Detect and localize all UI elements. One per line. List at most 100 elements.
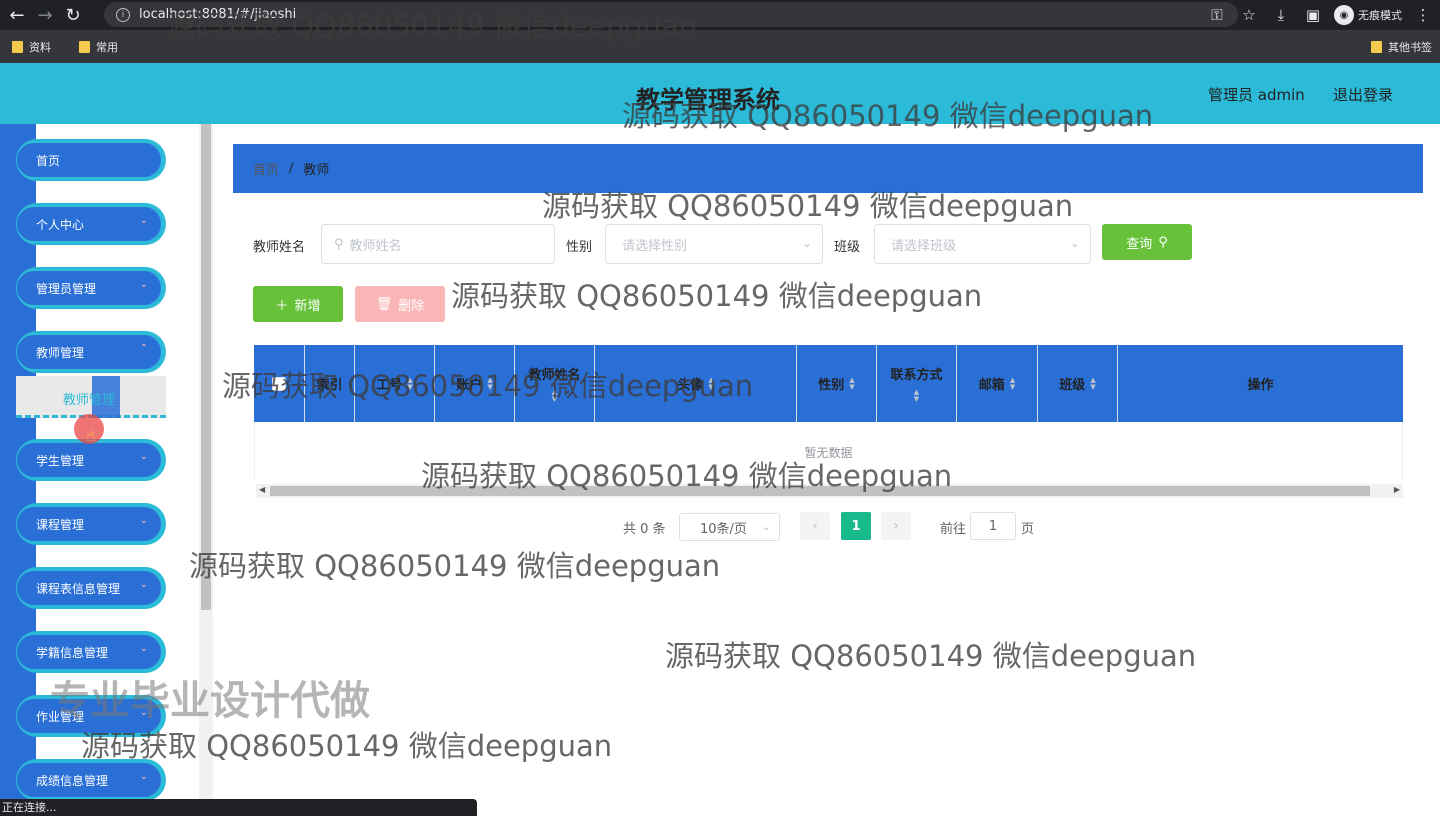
empty-text: 暂无数据	[804, 445, 853, 460]
submenu-label: 教师管理	[63, 393, 116, 408]
star-icon[interactable]: ☆	[1238, 6, 1260, 24]
column-header-account[interactable]: 账户 ▲ ▼	[435, 345, 515, 422]
reload-icon[interactable]: ↻	[62, 4, 84, 26]
query-label: 查询	[1126, 236, 1153, 252]
table-horizontal-scrollbar[interactable]: ◀ ▶	[256, 484, 1403, 498]
add-label: 新增	[294, 298, 321, 314]
chevron-down-icon: ⌄	[761, 520, 771, 533]
more-icon[interactable]: ⋮	[1412, 6, 1434, 24]
sidebar-item-grades[interactable]: 成绩信息管理 ⌄	[16, 759, 166, 800]
sort-icon[interactable]: ▲ ▼	[914, 389, 919, 403]
sort-icon[interactable]: ▲ ▼	[487, 376, 492, 391]
info-icon[interactable]: i	[116, 7, 130, 22]
page-title: 教学管理系统	[636, 86, 780, 114]
delete-label: 删除	[398, 298, 425, 314]
sidebar-item-enrollment[interactable]: 学籍信息管理 ⌄	[16, 631, 166, 673]
page-unit-label: 页	[1021, 522, 1035, 537]
sidebar-item-students[interactable]: 学生管理 ⌄	[16, 439, 166, 481]
other-bookmarks[interactable]: 其他书签	[1371, 39, 1432, 55]
input-placeholder: 教师姓名	[349, 238, 402, 254]
bookmark-folder[interactable]: 资料	[12, 39, 51, 55]
sort-icon[interactable]: ▲ ▼	[1010, 376, 1015, 391]
logout-link[interactable]: 退出登录	[1333, 84, 1393, 105]
submenu-item-teachers[interactable]: 教师管理	[16, 376, 166, 418]
sidebar-item-courses[interactable]: 课程管理 ⌄	[16, 503, 166, 545]
url-text: localhost:8081/#/jiaoshi	[139, 7, 297, 22]
goto-label: 前往	[940, 522, 967, 537]
add-button[interactable]: ＋ 新增	[253, 286, 343, 322]
scroll-left-icon[interactable]: ◀	[259, 485, 265, 494]
column-header-avatar[interactable]: 头像 ▲ ▼	[595, 345, 797, 422]
gender-label: 性别	[566, 240, 593, 255]
breadcrumb-current: 教师	[303, 163, 330, 178]
chevron-down-icon: ⌄	[139, 643, 148, 654]
column-header-class[interactable]: 班级 ▲ ▼	[1038, 345, 1118, 422]
column-header-contact[interactable]: 联系方式 ▲ ▼	[877, 345, 957, 422]
sidebar-item-teachers[interactable]: 教师管理 ⌃	[16, 331, 166, 373]
sidebar-item-admins[interactable]: 管理员管理 ⌄	[16, 267, 166, 309]
goto-page-input[interactable]: 1	[970, 512, 1016, 540]
bookmark-label: 资料	[29, 40, 51, 54]
next-page-button[interactable]: ›	[881, 512, 911, 540]
select-all-checkbox[interactable]	[272, 376, 286, 391]
sort-icon[interactable]: ▲ ▼	[1090, 376, 1095, 391]
column-label: 操作	[1247, 378, 1274, 393]
sidebar-item-label: 成绩信息管理	[36, 773, 109, 788]
watermark: 源码获取 QQ86050149 微信deepguan	[189, 549, 721, 583]
class-select[interactable]: 请选择班级 ⌄	[874, 224, 1091, 264]
forward-icon[interactable]: →	[34, 4, 56, 26]
pagination-total: 共 0 条	[623, 522, 666, 537]
folder-icon	[79, 40, 90, 53]
chevron-left-icon: ‹	[812, 518, 818, 534]
chevron-down-icon: ⌄	[801, 236, 812, 250]
breadcrumb-separator: /	[289, 161, 294, 176]
browser-toolbar: ← → ↻ i localhost:8081/#/jiaoshi ⚿ ☆ ⤓ ▣…	[0, 0, 1440, 30]
sidebar-item-label: 教师管理	[36, 345, 85, 360]
select-all-cell	[254, 345, 305, 422]
column-label: 性别	[818, 378, 845, 393]
key-icon[interactable]: ⚿	[1206, 6, 1228, 24]
teacher-name-input[interactable]: ⚲ 教师姓名	[321, 224, 555, 264]
folder-icon	[12, 40, 23, 53]
select-placeholder: 请选择性别	[622, 238, 688, 254]
column-label: 工号	[376, 378, 403, 393]
gender-select[interactable]: 请选择性别 ⌄	[605, 224, 823, 264]
address-bar[interactable]: i localhost:8081/#/jiaoshi	[104, 2, 1238, 27]
download-icon[interactable]: ⤓	[1270, 6, 1292, 24]
back-icon[interactable]: ←	[6, 4, 28, 26]
scroll-right-icon[interactable]: ▶	[1394, 485, 1400, 494]
chevron-down-icon: ⌄	[139, 451, 148, 462]
column-header-email[interactable]: 邮箱 ▲ ▼	[957, 345, 1038, 422]
sidepanel-icon[interactable]: ▣	[1302, 6, 1324, 24]
breadcrumb-home[interactable]: 首页	[253, 159, 279, 178]
sort-icon[interactable]: ▲ ▼	[849, 376, 854, 391]
folder-icon	[1371, 41, 1382, 53]
chevron-up-icon: ⌃	[139, 343, 148, 354]
sidebar-item-profile[interactable]: 个人中心 ⌄	[16, 203, 166, 245]
column-label: 索引	[316, 378, 343, 393]
sort-icon[interactable]: ▲ ▼	[552, 389, 557, 403]
column-header-id[interactable]: 工号 ▲ ▼	[355, 345, 435, 422]
current-user: 管理员 admin	[1208, 86, 1305, 104]
page-size-select[interactable]: 10条/页 ⌄	[679, 513, 780, 541]
sidebar-item-label: 个人中心	[36, 217, 85, 232]
scrollbar-thumb[interactable]	[201, 124, 211, 610]
sort-icon[interactable]: ▲ ▼	[708, 376, 713, 391]
scrollbar-thumb[interactable]	[270, 486, 1370, 496]
incognito-badge[interactable]: ◉ 无痕模式	[1334, 5, 1402, 25]
prev-page-button[interactable]: ‹	[800, 512, 830, 540]
bookmark-folder[interactable]: 常用	[79, 39, 118, 55]
column-label: 联系方式	[890, 368, 943, 383]
sidebar-item-schedule[interactable]: 课程表信息管理 ⌄	[16, 567, 166, 609]
query-button[interactable]: 查询 ⚲	[1102, 224, 1192, 260]
delete-button[interactable]: 🗑 删除	[355, 286, 445, 322]
page-number[interactable]: 1	[841, 512, 871, 540]
column-header-name[interactable]: 教师姓名 ▲ ▼	[515, 345, 595, 422]
page-size-value: 10条/页	[700, 521, 747, 537]
sort-icon[interactable]: ▲ ▼	[407, 376, 412, 391]
column-header-index[interactable]: 索引	[305, 345, 355, 422]
name-label: 教师姓名	[253, 240, 306, 255]
column-header-gender[interactable]: 性别 ▲ ▼	[797, 345, 877, 422]
sidebar-item-home[interactable]: 首页	[16, 139, 166, 181]
sidebar-item-label: 学生管理	[36, 453, 85, 468]
